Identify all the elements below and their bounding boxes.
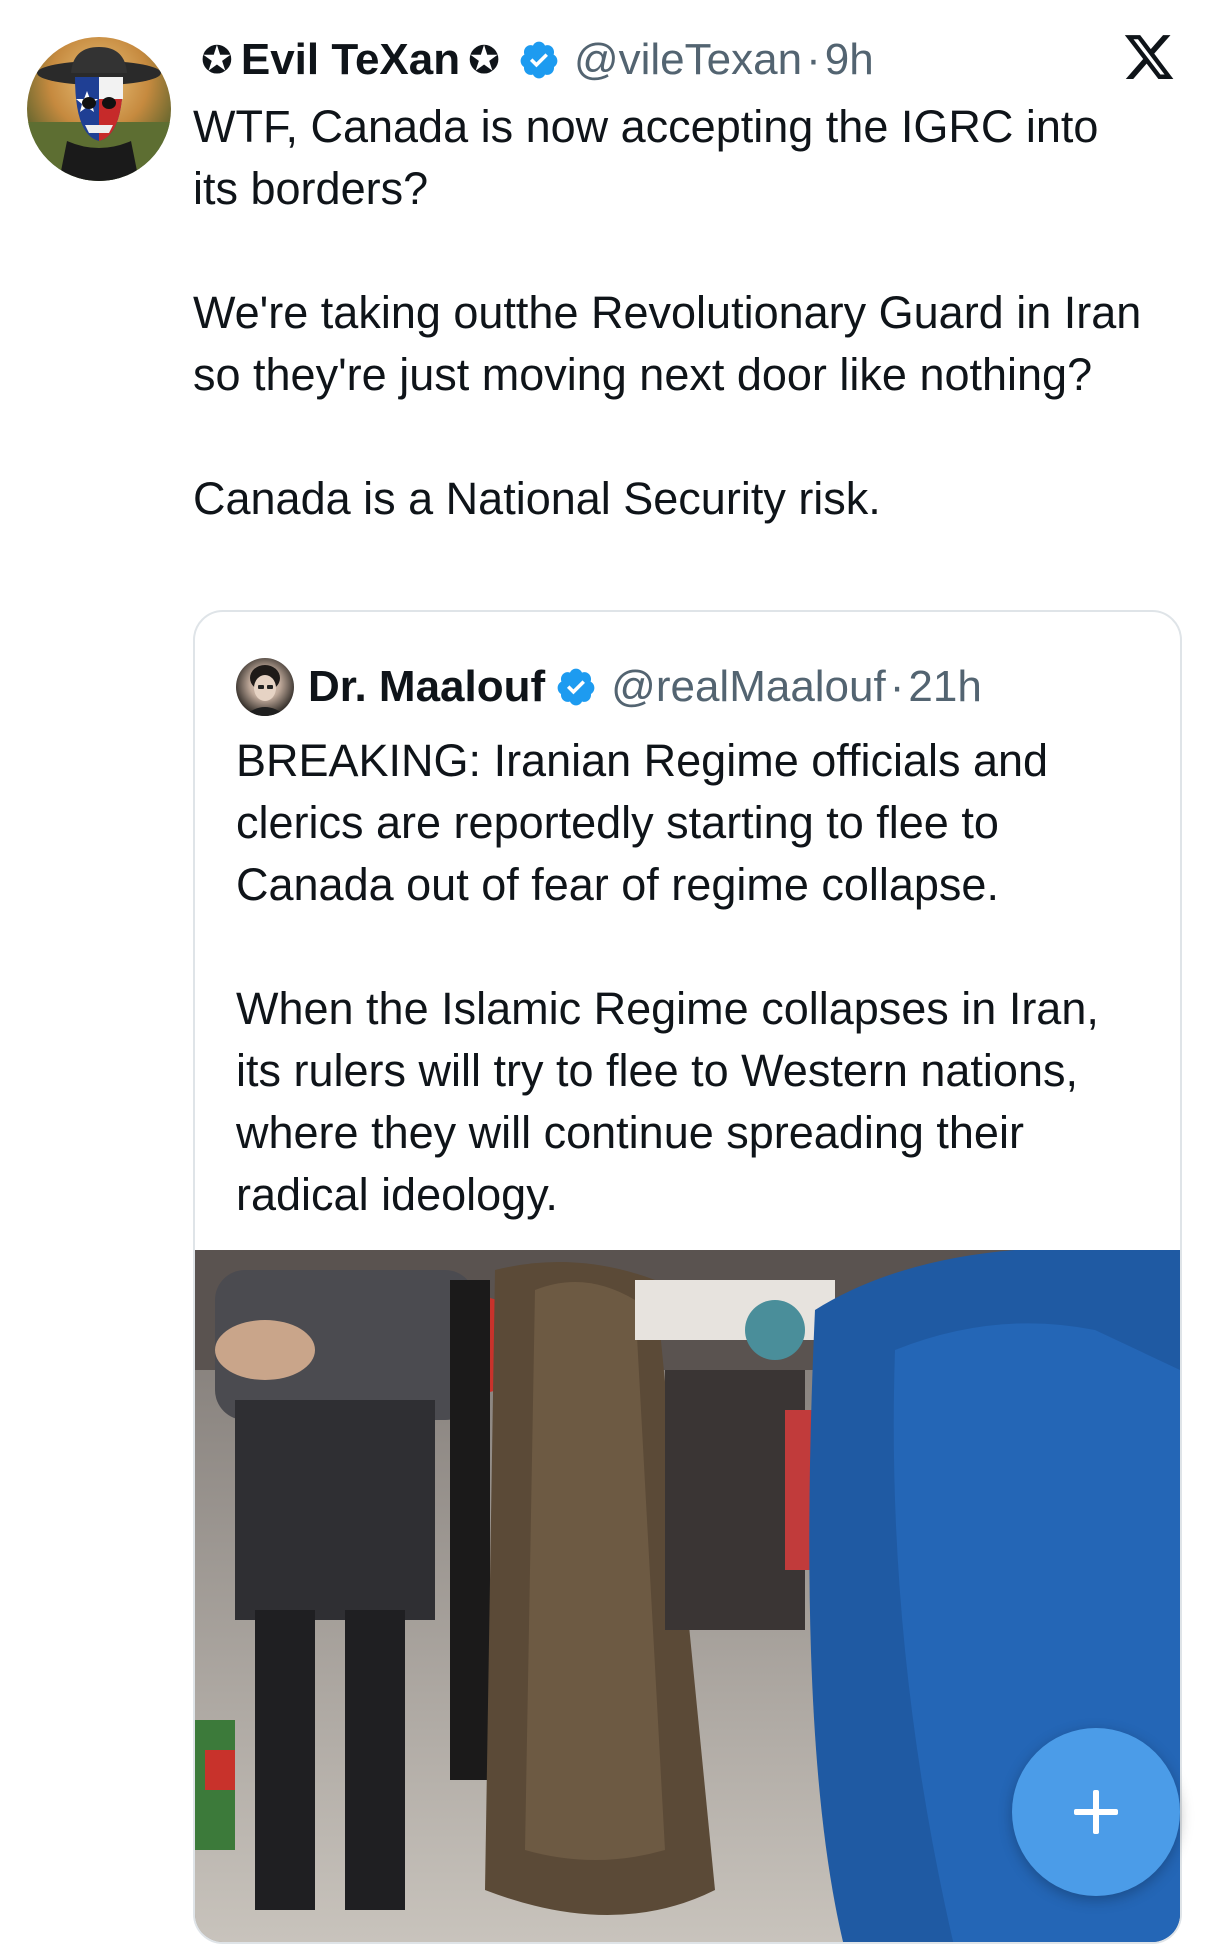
- star-icon: ✪: [201, 39, 233, 82]
- star-icon: ✪: [468, 39, 500, 82]
- author-avatar[interactable]: [27, 37, 171, 181]
- separator-dot: ·: [889, 662, 905, 711]
- cowboy-skull-icon: [27, 47, 171, 181]
- quoted-author-avatar[interactable]: [236, 658, 294, 716]
- tweet-text: WTF, Canada is now accepting the IGRC in…: [193, 101, 1142, 524]
- plus-icon: [1074, 1790, 1118, 1834]
- tweet-time[interactable]: 9h: [825, 35, 874, 85]
- person-icon: [244, 665, 286, 716]
- verified-badge-icon: [520, 41, 558, 79]
- separator-dot: ·: [806, 35, 821, 84]
- tweet[interactable]: ✪ Evil TeXan ✪ @vileTexan · 9h WTF, Cana…: [0, 0, 1206, 1944]
- verified-badge-icon: [557, 668, 595, 706]
- x-logo-icon[interactable]: [1122, 30, 1176, 84]
- quoted-tweet[interactable]: Dr. Maalouf @realMaalouf · 21h BREAKING:…: [193, 610, 1182, 1944]
- quoted-tweet-header: Dr. Maalouf @realMaalouf · 21h: [236, 657, 982, 717]
- tweet-header: ✪ Evil TeXan ✪ @vileTexan · 9h: [193, 30, 874, 90]
- quoted-author-name[interactable]: Dr. Maalouf: [308, 662, 545, 712]
- author-handle[interactable]: @vileTexan: [574, 35, 802, 85]
- quoted-tweet-text: BREAKING: Iranian Regime officials and c…: [236, 735, 1099, 1220]
- author-name[interactable]: Evil TeXan: [241, 35, 460, 85]
- quoted-author-handle[interactable]: @realMaalouf: [611, 662, 886, 712]
- quoted-tweet-time[interactable]: 21h: [908, 662, 981, 712]
- author-name-group[interactable]: ✪ Evil TeXan ✪: [193, 35, 508, 85]
- compose-button[interactable]: [1012, 1728, 1180, 1896]
